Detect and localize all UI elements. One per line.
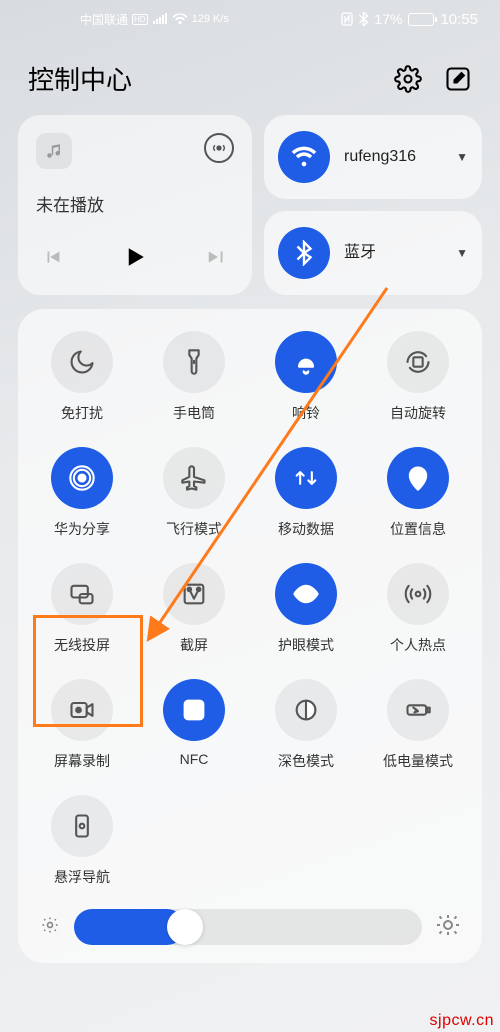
brightness-high-icon — [436, 913, 460, 942]
clock: 10:55 — [440, 11, 478, 28]
bluetooth-label: 蓝牙 — [344, 244, 442, 262]
airplane-icon — [163, 447, 225, 509]
watermark: sjpcw.cn — [430, 1012, 494, 1030]
tile-label: 悬浮导航 — [54, 867, 110, 887]
screenshot-icon — [163, 563, 225, 625]
tile-hotspot[interactable]: 个人热点 — [362, 563, 474, 655]
next-button[interactable] — [206, 246, 228, 273]
tile-label: 自动旋转 — [390, 403, 446, 423]
tile-label: 护眼模式 — [278, 635, 334, 655]
tile-eye[interactable]: 护眼模式 — [250, 563, 362, 655]
tile-label: 响铃 — [292, 403, 320, 423]
music-status: 未在播放 — [36, 191, 234, 216]
bluetooth-tile[interactable]: 蓝牙 ▼ — [264, 211, 482, 295]
lowbatt-icon — [387, 679, 449, 741]
tile-label: 低电量模式 — [383, 751, 453, 771]
tile-label: 屏幕录制 — [54, 751, 110, 771]
music-card[interactable]: 未在播放 — [18, 115, 252, 295]
tile-floatnav[interactable]: 悬浮导航 — [26, 795, 138, 887]
status-bar: 中国联通 HD 129 K/s 17% 10:55 — [0, 0, 500, 38]
brightness-slider[interactable] — [74, 909, 422, 945]
battery-pct: 17% — [374, 11, 402, 27]
tile-label: NFC — [180, 751, 209, 767]
tile-label: 深色模式 — [278, 751, 334, 771]
carrier: 中国联通 — [80, 11, 128, 28]
tile-screenshot[interactable]: 截屏 — [138, 563, 250, 655]
bell-icon — [275, 331, 337, 393]
bt-status-icon — [359, 12, 368, 26]
rotate-icon — [387, 331, 449, 393]
status-left: 中国联通 HD 129 K/s — [80, 11, 229, 28]
tile-label: 飞行模式 — [166, 519, 222, 539]
tile-bell[interactable]: 响铃 — [250, 331, 362, 423]
data-icon — [275, 447, 337, 509]
floatnav-icon — [51, 795, 113, 857]
brightness-low-icon — [40, 915, 60, 940]
chevron-down-icon[interactable]: ▼ — [456, 150, 468, 164]
tile-share[interactable]: 华为分享 — [26, 447, 138, 539]
edit-icon[interactable] — [444, 65, 472, 93]
location-icon — [387, 447, 449, 509]
signal-icon — [152, 13, 168, 25]
tile-label: 移动数据 — [278, 519, 334, 539]
wifi-icon — [278, 131, 330, 183]
battery-icon — [408, 13, 434, 26]
tile-label: 华为分享 — [54, 519, 110, 539]
status-right: 17% 10:55 — [341, 11, 478, 28]
wifi-tile[interactable]: rufeng316 ▼ — [264, 115, 482, 199]
dark-icon — [275, 679, 337, 741]
music-note-icon — [36, 133, 72, 169]
wifi-status-icon — [172, 13, 188, 25]
tile-label: 免打扰 — [61, 403, 103, 423]
play-button[interactable] — [120, 242, 150, 277]
wifi-ssid: rufeng316 — [344, 148, 442, 166]
tile-location[interactable]: 位置信息 — [362, 447, 474, 539]
nfc-status-icon — [341, 12, 353, 26]
tile-flashlight[interactable]: 手电筒 — [138, 331, 250, 423]
tile-airplane[interactable]: 飞行模式 — [138, 447, 250, 539]
hd-badge: HD — [132, 14, 148, 25]
audio-output-icon[interactable] — [204, 133, 234, 163]
share-icon — [51, 447, 113, 509]
brightness-control — [26, 909, 474, 945]
tile-label: 位置信息 — [390, 519, 446, 539]
tile-label: 手电筒 — [173, 403, 215, 423]
bluetooth-icon — [278, 227, 330, 279]
page-title: 控制中心 — [28, 60, 132, 97]
prev-button[interactable] — [42, 246, 64, 273]
nfc-icon — [163, 679, 225, 741]
settings-icon[interactable] — [394, 65, 422, 93]
chevron-down-icon[interactable]: ▼ — [456, 246, 468, 260]
tile-dark[interactable]: 深色模式 — [250, 679, 362, 771]
eye-icon — [275, 563, 337, 625]
tile-label: 个人热点 — [390, 635, 446, 655]
tile-lowbatt[interactable]: 低电量模式 — [362, 679, 474, 771]
tile-label: 截屏 — [180, 635, 208, 655]
tile-nfc[interactable]: NFC — [138, 679, 250, 771]
annotation-highlight — [33, 615, 143, 727]
flashlight-icon — [163, 331, 225, 393]
net-speed: 129 K/s — [192, 13, 229, 25]
tile-rotate[interactable]: 自动旋转 — [362, 331, 474, 423]
tile-data[interactable]: 移动数据 — [250, 447, 362, 539]
tile-moon[interactable]: 免打扰 — [26, 331, 138, 423]
header: 控制中心 — [0, 38, 500, 115]
hotspot-icon — [387, 563, 449, 625]
moon-icon — [51, 331, 113, 393]
